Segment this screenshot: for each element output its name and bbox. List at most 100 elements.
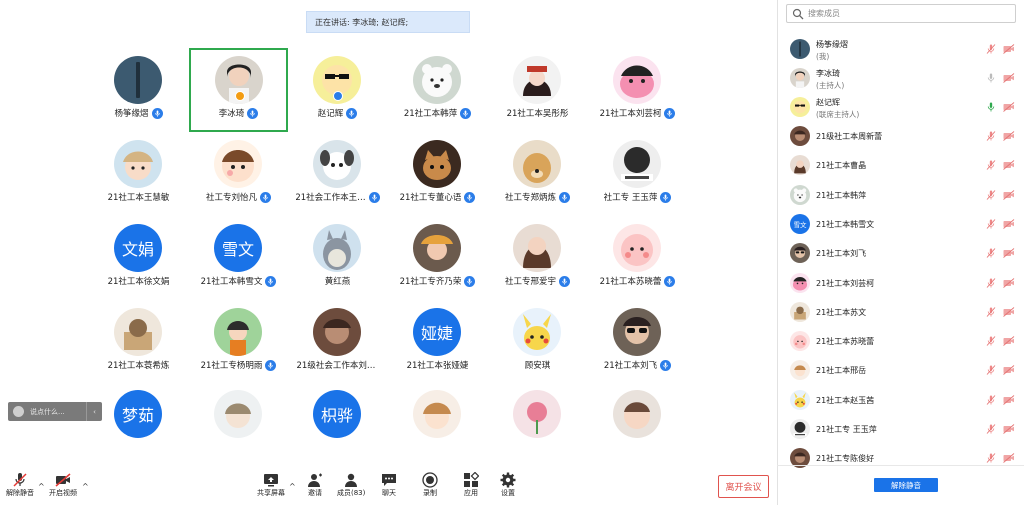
participant-tile[interactable]: 21社工本蓑希炼 <box>90 302 187 380</box>
participant-tile[interactable]: 21社工专杨明雨 <box>190 302 287 380</box>
participant-tile[interactable]: 社工专 王玉萍 <box>589 134 686 212</box>
member-row[interactable]: 21级社工本周新蕾 <box>778 122 1024 151</box>
member-row[interactable]: 21社工本苏晓蕾 <box>778 327 1024 356</box>
quick-chat-box[interactable]: 说点什么... ‹ <box>8 402 102 421</box>
participant-tile[interactable]: 21社工专董心语 <box>389 134 486 212</box>
mic-options-chevron-icon[interactable]: ^ <box>38 482 45 491</box>
mic-icon[interactable] <box>986 102 996 112</box>
camera-off-icon[interactable] <box>1003 336 1015 346</box>
member-row[interactable]: 21社工本赵玉茜 <box>778 386 1024 415</box>
participant-tile[interactable]: 赵记辉 <box>289 50 386 128</box>
camera-off-icon[interactable] <box>1003 102 1015 112</box>
camera-off-icon[interactable] <box>1003 394 1015 405</box>
settings-button[interactable]: 设置 <box>499 472 517 498</box>
leave-meeting-button[interactable]: 离开会议 <box>718 475 769 498</box>
camera-off-icon[interactable] <box>1003 365 1015 376</box>
member-row[interactable]: 雪文 21社工本韩雪文 <box>778 210 1024 239</box>
mic-muted-icon[interactable] <box>986 219 996 229</box>
participant-tile[interactable] <box>489 384 586 462</box>
participant-tile[interactable]: 社工专邢爱宇 <box>489 218 586 296</box>
host-badge-icon <box>235 91 245 101</box>
participant-tile[interactable]: 李冰琦 <box>189 48 288 132</box>
participant-tile[interactable]: 枳骅 <box>289 384 386 462</box>
member-row[interactable]: 21社工专 王玉萍 <box>778 415 1024 444</box>
camera-off-icon[interactable] <box>1003 277 1015 288</box>
participant-tile[interactable]: 雪文 21社工本韩雪文 <box>190 218 287 296</box>
participant-tile[interactable]: 文娟 21社工本徐文娟 <box>90 218 187 296</box>
participant-tile[interactable]: 黄红燕 <box>289 218 386 296</box>
participant-tile[interactable]: 杨筝缘熠 <box>90 50 187 128</box>
mic-icon <box>559 191 570 203</box>
participant-tile[interactable] <box>389 384 486 462</box>
mic-icon[interactable] <box>986 73 996 83</box>
member-row[interactable]: 杨筝缘熠 (我) <box>778 35 1024 64</box>
participant-tile[interactable]: 21社工本王慧敏 <box>90 134 187 212</box>
mic-muted-icon[interactable] <box>986 424 996 434</box>
apps-button[interactable]: 应用 <box>462 472 480 498</box>
member-row[interactable]: 李冰琦 (主持人) <box>778 64 1024 93</box>
chat-button[interactable]: 聊天 <box>380 472 398 498</box>
participant-tile[interactable] <box>190 384 287 462</box>
invite-button[interactable]: 邀请 <box>306 472 324 498</box>
mic-icon <box>265 275 277 287</box>
participant-tile[interactable]: 社工专郑炳炼 <box>489 134 586 212</box>
participant-tile[interactable]: 社工专刘怡凡 <box>190 134 287 212</box>
camera-off-icon[interactable] <box>1003 160 1015 171</box>
mic-muted-icon[interactable] <box>986 160 996 171</box>
camera-off-icon[interactable] <box>1003 219 1015 229</box>
participant-tile[interactable] <box>589 384 686 462</box>
member-row[interactable]: 21社工本曹晶 <box>778 151 1024 180</box>
mic-muted-icon[interactable] <box>986 44 996 54</box>
member-row[interactable]: 21社工本刘飞 <box>778 239 1024 268</box>
participant-tile[interactable]: 21级社会工作本刘丽… <box>289 302 386 380</box>
participant-avatar <box>413 140 461 188</box>
member-row[interactable]: 赵记辉 (联席主持人) <box>778 93 1024 122</box>
record-button[interactable]: 录制 <box>421 472 439 498</box>
camera-off-icon[interactable] <box>1003 424 1015 434</box>
participant-tile[interactable]: 21社工专齐乃荣 <box>389 218 486 296</box>
member-name: 杨筝缘熠 <box>816 40 848 49</box>
mic-muted-icon[interactable] <box>986 336 996 346</box>
participant-tile[interactable]: 21社工本韩萍 <box>389 50 486 128</box>
members-button[interactable]: 成员(83) <box>337 472 365 498</box>
member-row[interactable]: 21社工本刘芸柯 <box>778 269 1024 298</box>
mic-muted-icon[interactable] <box>986 277 996 288</box>
camera-off-icon[interactable] <box>1003 131 1015 141</box>
video-options-chevron-icon[interactable]: ^ <box>82 482 89 491</box>
mic-muted-icon[interactable] <box>986 394 996 405</box>
participant-tile[interactable]: 21社工本吴彤彤 <box>489 50 586 128</box>
mic-icon <box>247 107 259 119</box>
participant-tile[interactable]: 21社会工作本王… <box>289 134 386 212</box>
mic-icon <box>346 107 358 119</box>
emoji-icon[interactable] <box>13 406 24 417</box>
member-row[interactable]: 21社工本韩萍 <box>778 181 1024 210</box>
mic-muted-icon[interactable] <box>986 189 996 200</box>
mic-muted-icon[interactable] <box>986 248 996 258</box>
member-row[interactable]: 21社工本苏文 <box>778 298 1024 327</box>
collapse-chevron-icon[interactable]: ‹ <box>86 402 102 421</box>
mic-muted-icon[interactable] <box>986 306 996 317</box>
participant-tile[interactable]: 顾安琪 <box>489 302 586 380</box>
participant-tile[interactable]: 21社工本刘芸柯 <box>589 50 686 128</box>
camera-off-icon[interactable] <box>1003 73 1015 83</box>
mic-muted-icon[interactable] <box>986 365 996 376</box>
start-video-button[interactable]: 开启视频 <box>49 472 77 498</box>
participant-tile[interactable]: 21社工本刘飞 <box>589 302 686 380</box>
member-row[interactable]: 21社工本邢岳 <box>778 356 1024 385</box>
participant-tile[interactable]: 梦茹 <box>90 384 187 462</box>
participant-tile[interactable]: 娅婕 21社工本张娅婕 <box>389 302 486 380</box>
share-options-chevron-icon[interactable]: ^ <box>289 482 296 491</box>
mic-muted-icon[interactable] <box>986 131 996 141</box>
unmute-all-button[interactable]: 解除静音 <box>874 478 938 492</box>
camera-off-icon[interactable] <box>1003 453 1015 464</box>
participant-tile[interactable]: 21社工本苏晓蕾 <box>589 218 686 296</box>
camera-off-icon[interactable] <box>1003 306 1015 317</box>
member-search-input[interactable]: 搜索成员 <box>786 4 1016 23</box>
mic-muted-icon[interactable] <box>986 453 996 464</box>
camera-off-icon[interactable] <box>1003 189 1015 200</box>
camera-off-icon[interactable] <box>1003 44 1015 54</box>
participant-avatar: 雪文 <box>214 224 262 272</box>
camera-off-icon[interactable] <box>1003 248 1015 259</box>
share-screen-button[interactable]: 共享屏幕 <box>257 472 285 498</box>
unmute-button[interactable]: 解除静音 <box>6 472 34 498</box>
